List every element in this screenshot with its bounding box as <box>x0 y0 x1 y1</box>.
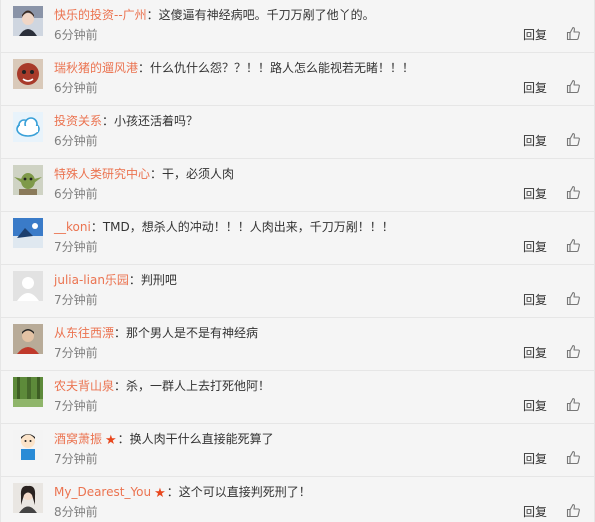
reply-button[interactable]: 回复 <box>523 134 547 148</box>
comment-time: 7分钟前 <box>54 399 98 413</box>
reply-button[interactable]: 回复 <box>523 187 547 201</box>
comment-text: ：这傻逼有神经病吧。千刀万剐了他丫的。 <box>146 8 375 22</box>
reply-button[interactable]: 回复 <box>523 452 547 466</box>
comment-line: 投资关系★：小孩还活着吗？ <box>54 114 198 128</box>
comment-text: ：那个男人是不是有神经病 <box>114 326 259 340</box>
star-badge-icon: ★ <box>105 433 117 448</box>
comment-line: __koni★：TMD，想杀人的冲动！！！人肉出来，千刀万剐！！！ <box>54 220 394 234</box>
username-link[interactable]: __koni <box>54 220 91 234</box>
comment-text: ：这个可以直接判死刑了！ <box>166 485 311 499</box>
comment-time: 8分钟前 <box>54 505 98 519</box>
comment-line: 酒窝萧振 ★：换人肉干什么直接能死算了 <box>54 432 274 448</box>
like-thumb-icon[interactable] <box>566 185 581 200</box>
comment-item: 瑞秋猪的遛风港★：什么仇什么怨？？！！路人怎么能视若无睹！！！ 6分钟前 回复 <box>1 53 594 106</box>
comment-line: 快乐的投资--广州★：这傻逼有神经病吧。千刀万剐了他丫的。 <box>54 8 375 22</box>
comment-time: 6分钟前 <box>54 81 98 95</box>
comment-text: ：判刑吧 <box>128 273 177 287</box>
comment-text: ：换人肉干什么直接能死算了 <box>117 432 274 446</box>
like-thumb-icon[interactable] <box>566 503 581 518</box>
reply-button[interactable]: 回复 <box>523 505 547 519</box>
comment-item: 投资关系★：小孩还活着吗？ 6分钟前 回复 <box>1 106 594 159</box>
avatar-lady[interactable] <box>13 6 43 36</box>
comment-line: 瑞秋猪的遛风港★：什么仇什么怨？？！！路人怎么能视若无睹！！！ <box>54 61 414 75</box>
comment-item: 快乐的投资--广州★：这傻逼有神经病吧。千刀万剐了他丫的。 6分钟前 回复 <box>1 0 594 53</box>
comment-time: 7分钟前 <box>54 240 98 254</box>
comment-text: ：干，必须人肉 <box>150 167 235 181</box>
comment-time: 7分钟前 <box>54 452 98 466</box>
comment-line: My_Dearest_You ★：这个可以直接判死刑了！ <box>54 485 311 501</box>
username-link[interactable]: 从东往西漂 <box>54 326 114 340</box>
avatar-cartoon[interactable] <box>13 430 43 460</box>
reply-button[interactable]: 回复 <box>523 28 547 42</box>
avatar-default[interactable] <box>13 271 43 301</box>
like-thumb-icon[interactable] <box>566 291 581 306</box>
username-link[interactable]: My_Dearest_You <box>54 485 151 499</box>
comment-time: 7分钟前 <box>54 346 98 360</box>
comment-item: julia-lian乐园★：判刑吧 7分钟前 回复 <box>1 265 594 318</box>
comment-line: 特殊人类研究中心★：干，必须人肉 <box>54 167 234 181</box>
comment-text: ：小孩还活着吗？ <box>102 114 199 128</box>
like-thumb-icon[interactable] <box>566 79 581 94</box>
avatar-yoda[interactable] <box>13 165 43 195</box>
comment-line: julia-lian乐园★：判刑吧 <box>54 273 177 287</box>
avatar-girl[interactable] <box>13 483 43 513</box>
like-thumb-icon[interactable] <box>566 26 581 41</box>
comment-time: 6分钟前 <box>54 28 98 42</box>
comment-item: My_Dearest_You ★：这个可以直接判死刑了！ 8分钟前 回复 <box>1 477 594 522</box>
username-link[interactable]: 投资关系 <box>54 114 102 128</box>
comment-line: 从东往西漂★：那个男人是不是有神经病 <box>54 326 258 340</box>
comment-text: ：杀，一群人上去打死他阿！ <box>114 379 271 393</box>
like-thumb-icon[interactable] <box>566 132 581 147</box>
comment-text: ：什么仇什么怨？？！！路人怎么能视若无睹！！！ <box>138 61 415 75</box>
comment-item: 特殊人类研究中心★：干，必须人肉 6分钟前 回复 <box>1 159 594 212</box>
username-link[interactable]: julia-lian乐园 <box>54 273 129 287</box>
username-link[interactable]: 特殊人类研究中心 <box>54 167 150 181</box>
reply-button[interactable]: 回复 <box>523 240 547 254</box>
comment-item: 酒窝萧振 ★：换人肉干什么直接能死算了 7分钟前 回复 <box>1 424 594 477</box>
avatar-cloud[interactable] <box>13 112 43 142</box>
comment-list: 快乐的投资--广州★：这傻逼有神经病吧。千刀万剐了他丫的。 6分钟前 回复 瑞秋… <box>0 0 595 522</box>
like-thumb-icon[interactable] <box>566 238 581 253</box>
username-link[interactable]: 酒窝萧振 <box>54 432 102 446</box>
reply-button[interactable]: 回复 <box>523 399 547 413</box>
comment-item: 农夫背山泉★：杀，一群人上去打死他阿！ 7分钟前 回复 <box>1 371 594 424</box>
avatar-red-face[interactable] <box>13 59 43 89</box>
comment-line: 农夫背山泉★：杀，一群人上去打死他阿！ <box>54 379 270 393</box>
username-link[interactable]: 农夫背山泉 <box>54 379 114 393</box>
comment-text: ：TMD，想杀人的冲动！！！人肉出来，千刀万剐！！！ <box>90 220 394 234</box>
like-thumb-icon[interactable] <box>566 397 581 412</box>
username-link[interactable]: 快乐的投资--广州 <box>54 8 147 22</box>
reply-button[interactable]: 回复 <box>523 346 547 360</box>
avatar-sky[interactable] <box>13 218 43 248</box>
username-link[interactable]: 瑞秋猪的遛风港 <box>54 61 138 75</box>
star-badge-icon: ★ <box>154 486 166 501</box>
like-thumb-icon[interactable] <box>566 450 581 465</box>
comment-time: 6分钟前 <box>54 187 98 201</box>
reply-button[interactable]: 回复 <box>523 81 547 95</box>
avatar-forest[interactable] <box>13 377 43 407</box>
comment-item: 从东往西漂★：那个男人是不是有神经病 7分钟前 回复 <box>1 318 594 371</box>
comment-time: 7分钟前 <box>54 293 98 307</box>
comment-time: 6分钟前 <box>54 134 98 148</box>
comment-item: __koni★：TMD，想杀人的冲动！！！人肉出来，千刀万剐！！！ 7分钟前 回… <box>1 212 594 265</box>
avatar-man[interactable] <box>13 324 43 354</box>
reply-button[interactable]: 回复 <box>523 293 547 307</box>
like-thumb-icon[interactable] <box>566 344 581 359</box>
